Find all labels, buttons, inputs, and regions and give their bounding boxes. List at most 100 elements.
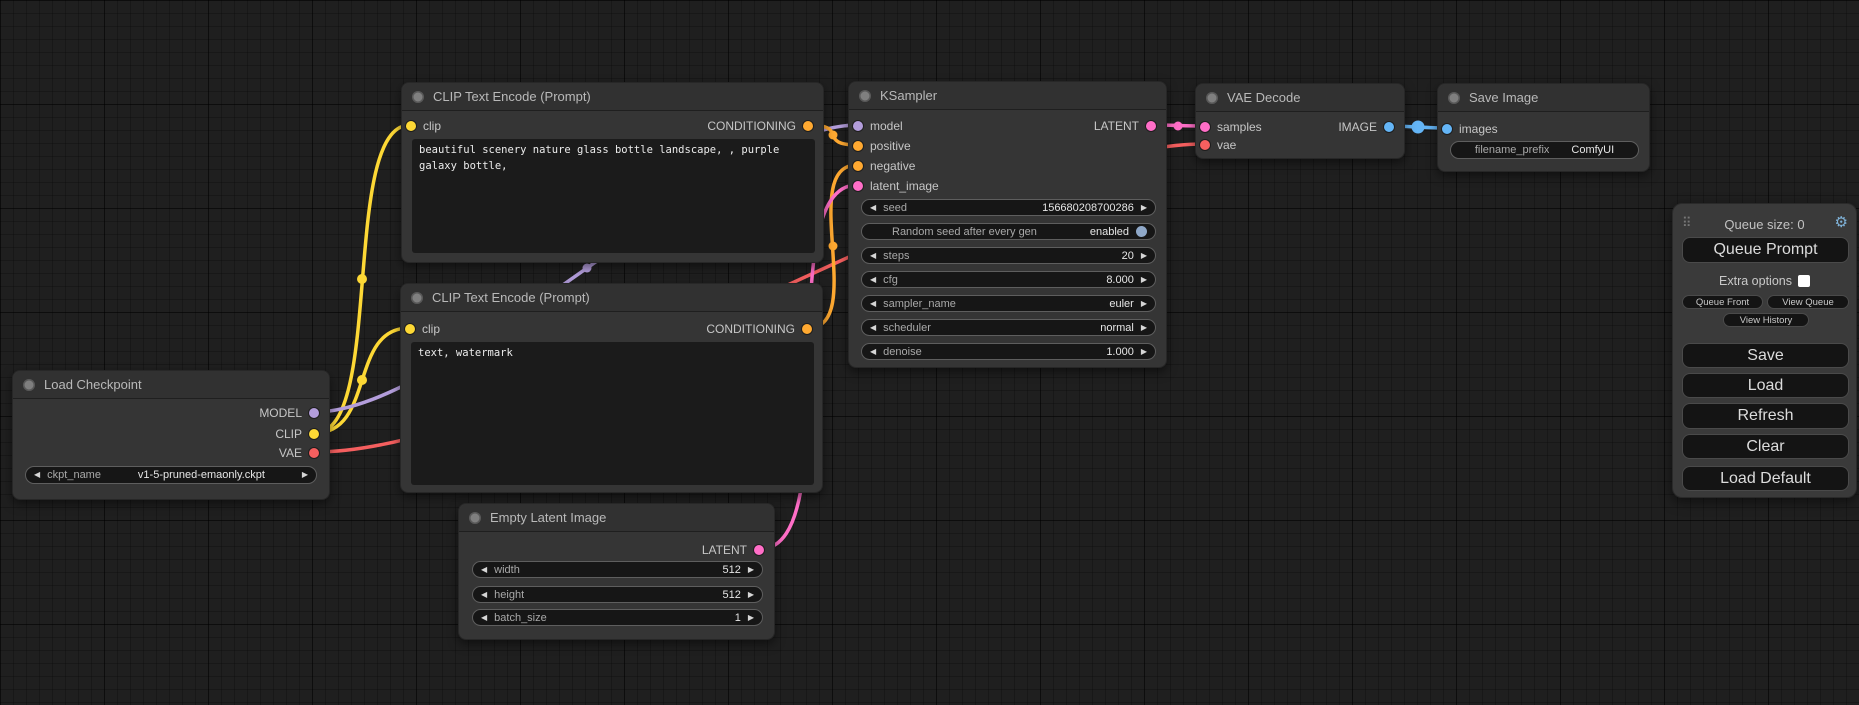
output-slot-conditioning[interactable]: CONDITIONING (706, 319, 812, 339)
vae-slot-icon[interactable] (309, 448, 319, 458)
latent-slot-icon[interactable] (1200, 122, 1210, 132)
save-button[interactable]: Save (1682, 343, 1849, 368)
widget-value[interactable]: 8.000 (1106, 274, 1134, 286)
decrement-arrow-icon[interactable]: ◀ (481, 591, 487, 599)
conditioning-slot-icon[interactable] (802, 324, 812, 334)
view-history-button[interactable]: View History (1723, 313, 1809, 327)
node-vae-decode[interactable]: VAE Decode samples vae IMAGE (1195, 83, 1405, 159)
node-title-bar[interactable]: VAE Decode (1196, 84, 1404, 112)
image-slot-icon[interactable] (1442, 124, 1452, 134)
random-seed-toggle-widget[interactable]: Random seed after every gen enabled (861, 223, 1156, 240)
output-slot-model[interactable]: MODEL (259, 403, 319, 423)
input-slot-model[interactable]: model (853, 116, 903, 136)
decrement-arrow-icon[interactable]: ◀ (481, 614, 487, 622)
widget-value[interactable]: 156680208700286 (1042, 202, 1134, 214)
view-queue-button[interactable]: View Queue (1767, 295, 1849, 309)
node-title-bar[interactable]: Save Image (1438, 84, 1649, 112)
ckpt-name-widget[interactable]: ◀ ckpt_name v1-5-pruned-emaonly.ckpt ▶ (25, 466, 317, 484)
cfg-widget[interactable]: ◀ cfg 8.000 ▶ (861, 271, 1156, 288)
widget-value[interactable]: 20 (1122, 250, 1134, 262)
node-ksampler[interactable]: KSampler model positive negative latent_… (848, 81, 1167, 368)
widget-value[interactable]: v1-5-pruned-emaonly.ckpt (101, 469, 302, 481)
input-slot-clip[interactable]: clip (405, 319, 440, 339)
increment-arrow-icon[interactable]: ▶ (1141, 300, 1147, 308)
clip-slot-icon[interactable] (309, 429, 319, 439)
latent-slot-icon[interactable] (754, 545, 764, 555)
widget-value[interactable]: normal (1100, 322, 1134, 334)
image-slot-icon[interactable] (1384, 122, 1394, 132)
collapse-dot-icon[interactable] (859, 90, 871, 102)
latent-slot-icon[interactable] (1146, 121, 1156, 131)
widget-value[interactable]: 512 (722, 564, 740, 576)
node-empty-latent-image[interactable]: Empty Latent Image LATENT ◀ width 512 ▶ … (458, 503, 775, 640)
conditioning-slot-icon[interactable] (853, 161, 863, 171)
collapse-dot-icon[interactable] (411, 292, 423, 304)
load-button[interactable]: Load (1682, 373, 1849, 398)
model-slot-icon[interactable] (853, 121, 863, 131)
output-slot-latent[interactable]: LATENT (702, 540, 764, 560)
height-widget[interactable]: ◀ height 512 ▶ (472, 586, 763, 603)
input-slot-positive[interactable]: positive (853, 136, 911, 156)
node-load-checkpoint[interactable]: Load Checkpoint MODEL CLIP VAE ◀ ckpt_na… (12, 370, 330, 500)
conditioning-slot-icon[interactable] (803, 121, 813, 131)
queue-prompt-button[interactable]: Queue Prompt (1682, 237, 1849, 263)
node-title-bar[interactable]: CLIP Text Encode (Prompt) (401, 284, 822, 312)
steps-widget[interactable]: ◀ steps 20 ▶ (861, 247, 1156, 264)
increment-arrow-icon[interactable]: ▶ (1141, 348, 1147, 356)
toggle-on-icon[interactable] (1136, 226, 1147, 237)
input-slot-samples[interactable]: samples (1200, 117, 1262, 137)
node-title-bar[interactable]: KSampler (849, 82, 1166, 110)
node-clip-text-encode-positive[interactable]: CLIP Text Encode (Prompt) clip CONDITION… (401, 82, 824, 263)
node-title-bar[interactable]: Load Checkpoint (13, 371, 329, 399)
collapse-dot-icon[interactable] (469, 512, 481, 524)
node-graph-canvas[interactable]: Load Checkpoint MODEL CLIP VAE ◀ ckpt_na… (0, 0, 1859, 705)
node-title-bar[interactable]: CLIP Text Encode (Prompt) (402, 83, 823, 111)
increment-arrow-icon[interactable]: ▶ (302, 471, 308, 479)
width-widget[interactable]: ◀ width 512 ▶ (472, 561, 763, 578)
denoise-widget[interactable]: ◀ denoise 1.000 ▶ (861, 343, 1156, 360)
model-slot-icon[interactable] (309, 408, 319, 418)
prompt-textarea[interactable]: beautiful scenery nature glass bottle la… (412, 139, 815, 253)
increment-arrow-icon[interactable]: ▶ (1141, 252, 1147, 260)
node-save-image[interactable]: Save Image images filename_prefix ComfyU… (1437, 83, 1650, 172)
widget-value[interactable]: 1 (735, 612, 741, 624)
clip-slot-icon[interactable] (406, 121, 416, 131)
widget-value[interactable]: 512 (722, 589, 740, 601)
extra-options-checkbox[interactable] (1798, 275, 1810, 287)
collapse-dot-icon[interactable] (412, 91, 424, 103)
increment-arrow-icon[interactable]: ▶ (1141, 204, 1147, 212)
decrement-arrow-icon[interactable]: ◀ (870, 252, 876, 260)
widget-value[interactable]: 1.000 (1106, 346, 1134, 358)
input-slot-images[interactable]: images (1442, 119, 1498, 139)
latent-slot-icon[interactable] (853, 181, 863, 191)
increment-arrow-icon[interactable]: ▶ (748, 566, 754, 574)
clear-button[interactable]: Clear (1682, 434, 1849, 459)
prompt-textarea[interactable]: text, watermark (411, 342, 814, 485)
widget-value[interactable]: euler (1109, 298, 1133, 310)
decrement-arrow-icon[interactable]: ◀ (870, 276, 876, 284)
increment-arrow-icon[interactable]: ▶ (1141, 276, 1147, 284)
output-slot-latent[interactable]: LATENT (1094, 116, 1156, 136)
sampler-name-widget[interactable]: ◀ sampler_name euler ▶ (861, 295, 1156, 312)
collapse-dot-icon[interactable] (23, 379, 35, 391)
filename-prefix-widget[interactable]: filename_prefix ComfyUI (1450, 141, 1639, 159)
input-slot-clip[interactable]: clip (406, 116, 441, 136)
gear-icon[interactable]: ⚙ (1835, 213, 1848, 231)
input-slot-negative[interactable]: negative (853, 156, 915, 176)
collapse-dot-icon[interactable] (1206, 92, 1218, 104)
input-slot-vae[interactable]: vae (1200, 135, 1236, 155)
increment-arrow-icon[interactable]: ▶ (748, 614, 754, 622)
queue-front-button[interactable]: Queue Front (1682, 295, 1763, 309)
queue-panel[interactable]: ⠿ Queue size: 0 ⚙ Queue Prompt Extra opt… (1672, 203, 1857, 498)
vae-slot-icon[interactable] (1200, 140, 1210, 150)
clip-slot-icon[interactable] (405, 324, 415, 334)
output-slot-vae[interactable]: VAE (279, 443, 319, 463)
collapse-dot-icon[interactable] (1448, 92, 1460, 104)
seed-widget[interactable]: ◀ seed 156680208700286 ▶ (861, 199, 1156, 216)
increment-arrow-icon[interactable]: ▶ (1141, 324, 1147, 332)
conditioning-slot-icon[interactable] (853, 141, 863, 151)
load-default-button[interactable]: Load Default (1682, 466, 1849, 491)
increment-arrow-icon[interactable]: ▶ (748, 591, 754, 599)
refresh-button[interactable]: Refresh (1682, 403, 1849, 429)
output-slot-clip[interactable]: CLIP (275, 424, 319, 444)
